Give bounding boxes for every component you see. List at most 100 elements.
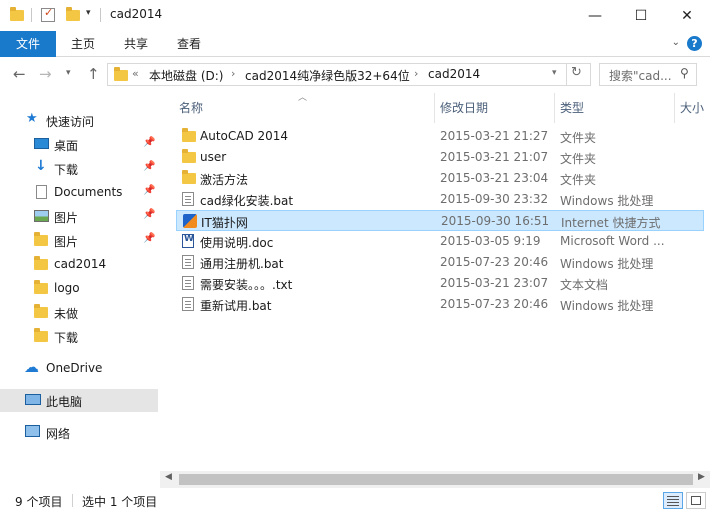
search-input[interactable]: 搜索"cad... ⚲ <box>599 63 697 86</box>
breadcrumb-drive[interactable]: 本地磁盘 (D:) <box>149 67 223 84</box>
nav-label: 此电脑 <box>46 395 83 409</box>
tab-home[interactable]: 主页 <box>61 31 105 57</box>
maximize-button[interactable]: ☐ <box>618 0 664 31</box>
file-row[interactable]: AutoCAD 2014 2015-03-21 21:27 文件夹 <box>176 126 704 147</box>
text-file-icon <box>182 276 194 290</box>
word-document-icon <box>182 234 194 248</box>
chevron-right-icon[interactable]: › <box>414 67 418 80</box>
nav-item-desktop[interactable]: 桌面 📌 <box>0 133 158 156</box>
forward-arrow-icon[interactable]: → <box>39 65 52 83</box>
file-row[interactable]: 激活方法 2015-03-21 23:04 文件夹 <box>176 168 704 189</box>
file-row[interactable]: 通用注册机.bat 2015-07-23 20:46 Windows 批处理 <box>176 252 704 273</box>
close-button[interactable]: ✕ <box>664 0 710 31</box>
recent-locations-icon[interactable]: ▾ <box>66 68 71 78</box>
breadcrumb-current[interactable]: cad2014 <box>428 67 480 81</box>
column-divider[interactable] <box>434 93 435 123</box>
pin-icon[interactable]: 📌 <box>143 185 155 196</box>
refresh-icon[interactable]: ↻ <box>571 65 582 80</box>
file-type: Microsoft Word ... <box>560 234 665 248</box>
file-name: cad绿化安装.bat <box>200 194 294 208</box>
folder-icon <box>34 256 48 270</box>
pin-icon[interactable]: 📌 <box>143 209 155 220</box>
file-row[interactable]: IT猫扑网 2015-09-30 16:51 Internet 快捷方式 <box>176 210 704 231</box>
nav-item-cad2014[interactable]: cad2014 <box>0 253 158 276</box>
minimize-button[interactable]: — <box>572 0 618 31</box>
nav-item-pictures[interactable]: 图片 📌 <box>0 205 158 228</box>
nav-item-documents[interactable]: Documents 📌 <box>0 181 158 204</box>
tab-file[interactable]: 文件 <box>0 31 56 57</box>
nav-label: logo <box>54 281 80 295</box>
scroll-right-icon[interactable]: ▶ <box>698 472 705 482</box>
address-dropdown-icon[interactable]: ▾ <box>552 68 557 78</box>
properties-icon[interactable]: ✓ <box>41 6 55 22</box>
nav-label: 未做 <box>54 307 79 321</box>
file-row[interactable]: 使用说明.doc 2015-03-05 9:19 Microsoft Word ..… <box>176 231 704 252</box>
file-name: 通用注册机.bat <box>200 257 284 271</box>
nav-item-unfinished[interactable]: 未做 <box>0 301 158 324</box>
back-arrow-icon[interactable]: ← <box>13 65 26 83</box>
file-name: 需要安装。。。.txt <box>200 278 293 292</box>
nav-label: 下载 <box>54 163 79 177</box>
nav-item-logo[interactable]: logo <box>0 277 158 300</box>
nav-onedrive[interactable]: ☁ OneDrive <box>0 357 158 380</box>
folder-icon <box>34 328 48 342</box>
nav-item-pictures-folder[interactable]: 图片 📌 <box>0 229 158 252</box>
navigation-bar: ← → ▾ ↑ « 本地磁盘 (D:) › cad2014纯净绿色版32+64位… <box>0 57 710 93</box>
file-type: Windows 批处理 <box>560 299 654 313</box>
file-row[interactable]: user 2015-03-21 21:07 文件夹 <box>176 147 704 168</box>
nav-item-downloads[interactable]: ↓ 下载 📌 <box>0 157 158 180</box>
desktop-icon <box>34 138 49 149</box>
nav-label: 下载 <box>54 331 79 345</box>
network-icon <box>25 425 40 437</box>
nav-network[interactable]: 网络 <box>0 421 158 444</box>
column-header-date[interactable]: 修改日期 <box>440 99 488 116</box>
file-row[interactable]: 需要安装。。。.txt 2015-03-21 23:07 文本文档 <box>176 273 704 294</box>
file-type: 文本文档 <box>560 278 609 292</box>
breadcrumb-folder[interactable]: cad2014纯净绿色版32+64位 <box>245 67 410 84</box>
column-header-name[interactable]: 名称 <box>179 99 203 116</box>
status-divider <box>72 494 73 507</box>
scrollbar-thumb[interactable] <box>179 474 693 485</box>
computer-icon <box>25 394 41 405</box>
window-title: cad2014 <box>110 7 163 21</box>
batch-file-icon <box>182 297 194 311</box>
overflow-icon[interactable]: « <box>132 67 139 80</box>
folder-icon <box>182 149 196 163</box>
nav-label: cad2014 <box>54 257 107 271</box>
nav-this-pc[interactable]: 此电脑 <box>0 389 158 412</box>
large-icons-view-button[interactable] <box>686 492 706 509</box>
nav-label: Documents <box>54 185 123 199</box>
details-view-button[interactable] <box>663 492 683 509</box>
star-icon: ★ <box>26 111 38 126</box>
customize-toolbar-icon[interactable]: ▾ <box>86 8 91 18</box>
column-divider[interactable] <box>554 93 555 123</box>
nav-quick-access[interactable]: ★ 快速访问 <box>0 109 158 132</box>
pin-icon[interactable]: 📌 <box>143 161 155 172</box>
pin-icon[interactable]: 📌 <box>143 137 155 148</box>
toolbar-divider <box>100 8 101 22</box>
search-icon[interactable]: ⚲ <box>680 66 689 80</box>
tab-view[interactable]: 查看 <box>167 31 211 57</box>
column-header-size[interactable]: 大小 <box>680 99 704 116</box>
batch-file-icon <box>182 255 194 269</box>
nav-item-downloads-folder[interactable]: 下载 <box>0 325 158 348</box>
status-bar: 9 个项目 选中 1 个项目 <box>0 488 710 513</box>
batch-file-icon <box>182 192 194 206</box>
file-row[interactable]: 重新试用.bat 2015-07-23 20:46 Windows 批处理 <box>176 294 704 315</box>
item-count: 9 个项目 <box>15 495 63 509</box>
tab-share[interactable]: 共享 <box>114 31 158 57</box>
chevron-right-icon[interactable]: › <box>231 67 235 80</box>
file-row[interactable]: cad绿化安装.bat 2015-09-30 23:32 Windows 批处理 <box>176 189 704 210</box>
details-view-icon <box>667 496 679 497</box>
expand-ribbon-icon[interactable]: ⌄ <box>672 37 680 48</box>
scroll-left-icon[interactable]: ◀ <box>165 472 172 482</box>
folder-icon <box>182 128 196 142</box>
up-arrow-icon[interactable]: ↑ <box>87 65 100 83</box>
file-name: 激活方法 <box>200 173 249 187</box>
address-divider <box>566 64 567 85</box>
column-header-type[interactable]: 类型 <box>560 99 584 116</box>
help-button[interactable]: ? <box>687 36 702 51</box>
pin-icon[interactable]: 📌 <box>143 233 155 244</box>
address-bar[interactable]: « 本地磁盘 (D:) › cad2014纯净绿色版32+64位 › cad20… <box>107 63 591 86</box>
column-divider[interactable] <box>674 93 675 123</box>
